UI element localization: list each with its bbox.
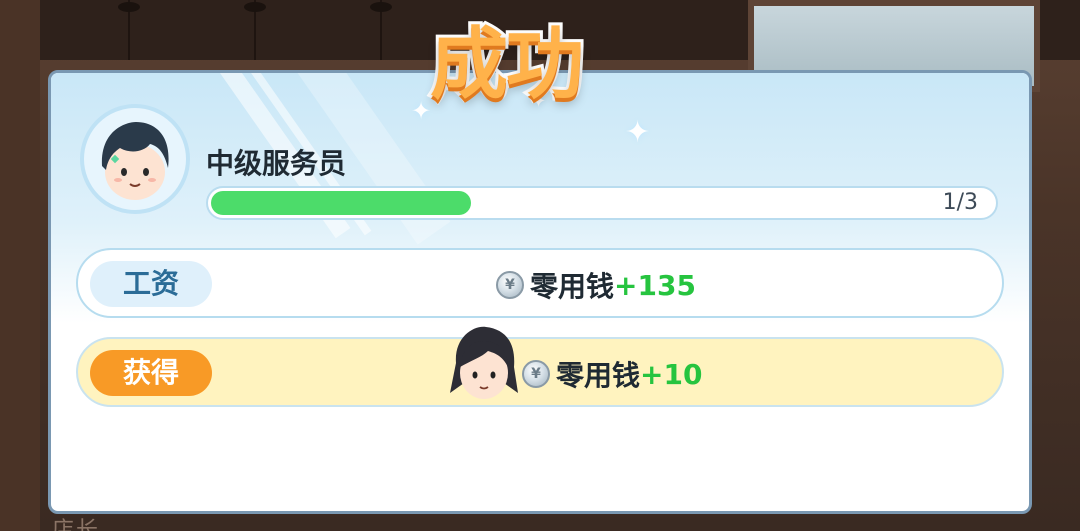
player-avatar bbox=[80, 104, 190, 214]
gain-reward: ¥ 零用钱 +10 bbox=[522, 353, 702, 395]
rank-progress-bar: 1/3 bbox=[206, 186, 998, 220]
success-title: 成功 bbox=[427, 17, 587, 113]
silver-coin-icon: ¥ bbox=[496, 271, 524, 299]
reward-amount: +10 bbox=[640, 357, 703, 391]
reward-row-gain: 获得 ¥ 零用钱 +10 bbox=[76, 326, 1004, 407]
currency-label: 零用钱 bbox=[556, 359, 641, 392]
currency-label: 零用钱 bbox=[530, 270, 615, 303]
progress-fill bbox=[211, 191, 472, 215]
sparkle-icon: ✦ bbox=[625, 115, 651, 150]
silver-coin-icon: ¥ bbox=[522, 360, 550, 388]
rank-title: 中级服务员 bbox=[206, 147, 347, 180]
gain-tag: 获得 bbox=[90, 350, 212, 396]
pendant-lamp bbox=[118, 0, 140, 60]
sparkle-icon: ✦ bbox=[411, 97, 432, 125]
wooden-post bbox=[0, 0, 40, 531]
character-portrait-icon bbox=[450, 326, 518, 399]
progress-count: 1/3 bbox=[942, 190, 978, 215]
background-text: 店长 bbox=[52, 518, 101, 531]
salary-reward: ¥ 零用钱 +135 bbox=[496, 264, 696, 306]
player-face-icon bbox=[101, 122, 169, 200]
salary-tag: 工资 bbox=[90, 261, 212, 307]
reward-row-salary: 工资 ¥ 零用钱 +135 bbox=[76, 248, 1004, 318]
reward-amount: +135 bbox=[614, 268, 696, 302]
pendant-lamp bbox=[244, 0, 266, 60]
pendant-lamp bbox=[370, 0, 392, 60]
